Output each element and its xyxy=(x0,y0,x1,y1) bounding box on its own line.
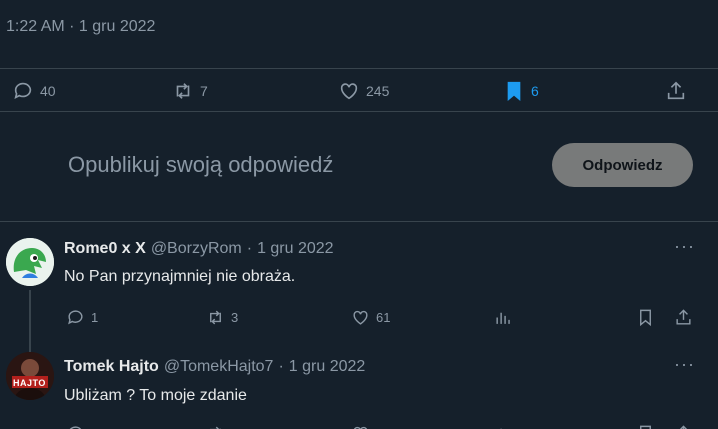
retweet-count: 3 xyxy=(231,309,239,325)
retweet-icon xyxy=(210,310,221,324)
analytics-icon xyxy=(496,312,510,324)
like-action[interactable]: 245 xyxy=(338,69,389,113)
tweet-date[interactable]: 1 gru 2022 xyxy=(289,358,366,376)
tweet-actions xyxy=(0,422,718,429)
heart-icon xyxy=(353,426,368,429)
more-options-icon[interactable]: ··· xyxy=(674,354,695,375)
like-count: 245 xyxy=(366,83,390,99)
reply-button[interactable]: Odpowiedz xyxy=(552,143,693,187)
retweet-icon xyxy=(176,83,190,99)
bookmark-action[interactable] xyxy=(636,422,655,429)
tweet-text: No Pan przynajmniej nie obraża. xyxy=(64,268,296,285)
avatar-logo-text: HAJTO xyxy=(13,378,46,388)
reply-action[interactable] xyxy=(66,422,85,429)
reply-count: 1 xyxy=(91,309,99,325)
share-icon xyxy=(667,81,685,100)
reply-tweet[interactable]: Rome0 x X @BorzyRom · 1 gru 2022 ··· No … xyxy=(0,222,718,400)
tweet-text: Ubliżam ? To moje zdanie xyxy=(64,387,247,404)
tweet-header: Tomek Hajto @TomekHajto7 · 1 gru 2022 xyxy=(64,358,365,376)
bookmark-icon xyxy=(640,309,651,326)
bookmark-action[interactable]: 6 xyxy=(503,69,539,113)
analytics-icon xyxy=(500,428,502,429)
tweet-actions: 1 3 61 xyxy=(0,306,718,328)
separator-dot: · xyxy=(246,240,253,257)
bookmark-action[interactable] xyxy=(636,306,655,328)
tweet-action-bar: 40 7 245 6 xyxy=(0,68,718,112)
tweet-header: Rome0 x X @BorzyRom · 1 gru 2022 xyxy=(64,240,334,258)
like-action[interactable] xyxy=(351,422,370,429)
heart-icon xyxy=(340,83,358,100)
share-action[interactable] xyxy=(674,306,693,328)
avatar[interactable]: HAJTO xyxy=(6,352,54,400)
retweet-count: 7 xyxy=(200,83,208,99)
author-handle[interactable]: @BorzyRom xyxy=(151,240,242,258)
heart-icon xyxy=(353,310,368,325)
bookmark-count: 6 xyxy=(531,83,539,99)
retweet-action[interactable]: 7 xyxy=(172,69,208,113)
share-icon xyxy=(676,308,691,325)
like-count: 61 xyxy=(376,309,391,325)
reply-action[interactable]: 40 xyxy=(12,69,56,113)
views-action[interactable] xyxy=(494,422,513,429)
share-icon xyxy=(679,424,688,429)
author-name[interactable]: Tomek Hajto xyxy=(64,358,159,376)
more-options-icon[interactable]: ··· xyxy=(674,236,695,257)
bookmark-icon xyxy=(507,81,521,102)
reply-tweet[interactable]: HAJTO Tomek Hajto @TomekHajto7 · 1 gru 2… xyxy=(0,340,718,429)
author-handle[interactable]: @TomekHajto7 xyxy=(164,358,274,376)
separator-dot: · xyxy=(278,358,284,375)
retweet-icon xyxy=(210,426,221,429)
reply-composer: Opublikuj swoją odpowiedź Odpowiedz xyxy=(0,112,718,222)
reply-count: 40 xyxy=(40,83,56,99)
retweet-action[interactable]: 3 xyxy=(206,306,238,328)
reply-icon xyxy=(68,309,83,324)
share-action[interactable] xyxy=(665,69,687,113)
reply-icon xyxy=(69,425,82,429)
like-action[interactable]: 61 xyxy=(351,306,390,328)
bookmark-icon xyxy=(640,425,651,429)
reply-input[interactable]: Opublikuj swoją odpowiedź xyxy=(68,152,333,178)
tweet-timestamp[interactable]: 1:22 AM · 1 gru 2022 xyxy=(6,18,155,36)
reply-icon xyxy=(14,82,32,99)
views-action[interactable] xyxy=(494,306,513,328)
tweet-date[interactable]: 1 gru 2022 xyxy=(257,240,334,258)
share-action[interactable] xyxy=(674,422,693,429)
avatar[interactable] xyxy=(6,238,54,286)
retweet-action[interactable] xyxy=(206,422,225,429)
reply-action[interactable]: 1 xyxy=(66,306,98,328)
author-name[interactable]: Rome0 x X xyxy=(64,240,146,258)
avatar-image xyxy=(6,352,54,400)
avatar-image xyxy=(6,238,54,286)
